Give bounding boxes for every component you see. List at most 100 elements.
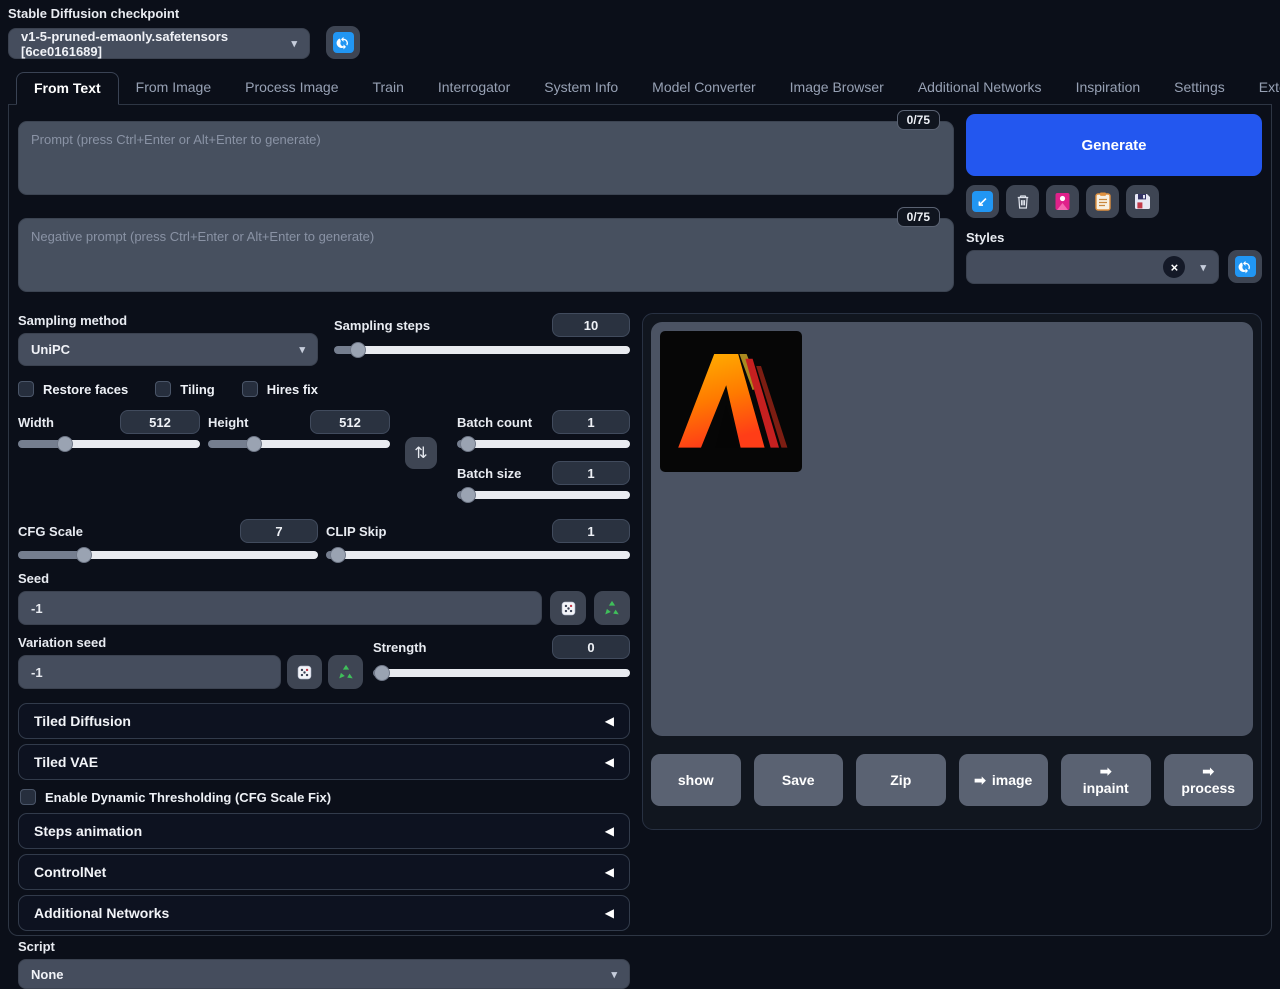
tab-settings[interactable]: Settings	[1157, 72, 1242, 104]
random-seed-button[interactable]	[550, 591, 586, 625]
accordion-controlnet[interactable]: ControlNet ◀	[18, 854, 630, 890]
send-to-image-button[interactable]: ➡ image	[959, 754, 1049, 806]
checkbox-box	[155, 381, 171, 397]
strength-input[interactable]	[552, 635, 630, 659]
clip-skip-input[interactable]	[552, 519, 630, 543]
batch-count-slider[interactable]	[457, 440, 630, 448]
checkpoint-label: Stable Diffusion checkpoint	[8, 6, 1272, 21]
sampling-method-select[interactable]: UniPC ▾	[18, 333, 318, 366]
tab-model-converter[interactable]: Model Converter	[635, 72, 773, 104]
restore-faces-checkbox[interactable]: Restore faces	[18, 381, 128, 397]
styles-label: Styles	[966, 230, 1262, 245]
show-button[interactable]: show	[651, 754, 741, 806]
tab-image-browser[interactable]: Image Browser	[773, 72, 901, 104]
reuse-seed-button[interactable]	[594, 591, 630, 625]
collapse-arrow-icon: ◀	[605, 906, 614, 920]
negative-prompt-input[interactable]	[18, 218, 954, 292]
send-to-inpaint-button[interactable]: ➡ inpaint	[1061, 754, 1151, 806]
batch-size-input[interactable]	[552, 461, 630, 485]
tab-train[interactable]: Train	[355, 72, 420, 104]
tab-additional-networks[interactable]: Additional Networks	[901, 72, 1059, 104]
extra-networks-button[interactable]	[1046, 185, 1079, 218]
variation-seed-input[interactable]	[18, 655, 281, 689]
tab-system-info[interactable]: System Info	[527, 72, 635, 104]
tab-from-image[interactable]: From Image	[119, 72, 228, 104]
gallery-thumbnail[interactable]	[660, 331, 802, 472]
reuse-variation-seed-button[interactable]	[328, 655, 363, 689]
from-text-panel: 0/75 0/75 Generate ↙	[8, 105, 1272, 936]
strength-slider[interactable]	[373, 669, 630, 677]
collapse-arrow-icon: ◀	[605, 824, 614, 838]
random-variation-seed-button[interactable]	[287, 655, 322, 689]
accordion-additional-networks[interactable]: Additional Networks ◀	[18, 895, 630, 931]
clear-styles-icon[interactable]: ×	[1163, 256, 1185, 278]
variation-seed-label: Variation seed	[18, 635, 363, 650]
height-slider[interactable]	[208, 440, 390, 448]
height-input[interactable]	[310, 410, 390, 434]
width-slider[interactable]	[18, 440, 200, 448]
height-label: Height	[208, 415, 248, 430]
batch-count-input[interactable]	[552, 410, 630, 434]
tiling-checkbox[interactable]: Tiling	[155, 381, 214, 397]
tab-extensions[interactable]: Extensions	[1242, 72, 1280, 104]
tab-interrogator[interactable]: Interrogator	[421, 72, 527, 104]
tab-process-image[interactable]: Process Image	[228, 72, 355, 104]
swap-dimensions-button[interactable]: ⇅	[405, 437, 437, 469]
clear-prompt-button[interactable]	[1006, 185, 1039, 218]
script-label: Script	[18, 939, 630, 954]
accordion-tiled-diffusion[interactable]: Tiled Diffusion ◀	[18, 703, 630, 739]
checkpoint-select[interactable]: v1-5-pruned-emaonly.safetensors [6ce0161…	[8, 28, 310, 59]
sampling-steps-input[interactable]	[552, 313, 630, 337]
paste-params-button[interactable]: ↙	[966, 185, 999, 218]
batch-size-slider[interactable]	[457, 491, 630, 499]
refresh-styles-button[interactable]	[1228, 250, 1262, 283]
seed-input[interactable]	[18, 591, 542, 625]
dice-icon	[560, 600, 577, 617]
width-input[interactable]	[120, 410, 200, 434]
accordion-steps-animation[interactable]: Steps animation ◀	[18, 813, 630, 849]
clip-skip-slider[interactable]	[326, 551, 630, 559]
chevron-down-icon: ▾	[611, 968, 617, 981]
prompt-input[interactable]	[18, 121, 954, 195]
generate-button[interactable]: Generate	[966, 114, 1262, 176]
tab-inspiration[interactable]: Inspiration	[1059, 72, 1158, 104]
styles-select[interactable]: × ▾	[966, 250, 1219, 284]
refresh-checkpoint-button[interactable]	[326, 26, 360, 59]
right-arrow-icon: ➡	[1100, 763, 1112, 780]
dice-icon	[296, 664, 313, 681]
width-label: Width	[18, 415, 54, 430]
batch-count-label: Batch count	[457, 415, 532, 430]
cfg-scale-slider[interactable]	[18, 551, 318, 559]
hires-fix-checkbox[interactable]: Hires fix	[242, 381, 318, 397]
recycle-icon	[337, 663, 355, 681]
checkbox-box	[18, 381, 34, 397]
strength-label: Strength	[373, 640, 426, 655]
clip-skip-label: CLIP Skip	[326, 524, 386, 539]
tab-from-text[interactable]: From Text	[16, 72, 119, 105]
output-gallery[interactable]	[651, 322, 1253, 736]
send-to-process-button[interactable]: ➡ process	[1164, 754, 1254, 806]
right-arrow-icon: ➡	[974, 772, 986, 789]
flower-card-icon	[1054, 192, 1071, 211]
output-panel: show Save Zip ➡ image ➡	[642, 313, 1262, 830]
script-select[interactable]: None ▾	[18, 959, 630, 989]
apply-style-button[interactable]	[1086, 185, 1119, 218]
cfg-scale-input[interactable]	[240, 519, 318, 543]
dynamic-thresholding-checkbox[interactable]: Enable Dynamic Thresholding (CFG Scale F…	[20, 789, 630, 805]
sampling-method-label: Sampling method	[18, 313, 318, 328]
seed-label: Seed	[18, 571, 630, 586]
collapse-arrow-icon: ◀	[605, 865, 614, 879]
accordion-tiled-vae[interactable]: Tiled VAE ◀	[18, 744, 630, 780]
zip-button[interactable]: Zip	[856, 754, 946, 806]
negative-prompt-token-counter: 0/75	[897, 207, 940, 227]
app-logo	[671, 342, 791, 462]
sampling-steps-slider[interactable]	[334, 346, 630, 354]
save-style-button[interactable]	[1126, 185, 1159, 218]
floppy-disk-icon	[1134, 193, 1151, 210]
swap-arrows-icon: ⇅	[414, 443, 427, 463]
chevron-down-icon: ▾	[291, 37, 297, 50]
recycle-icon	[603, 599, 621, 617]
collapse-arrow-icon: ◀	[605, 714, 614, 728]
checkpoint-header: Stable Diffusion checkpoint v1-5-pruned-…	[8, 6, 1272, 59]
save-button[interactable]: Save	[754, 754, 844, 806]
